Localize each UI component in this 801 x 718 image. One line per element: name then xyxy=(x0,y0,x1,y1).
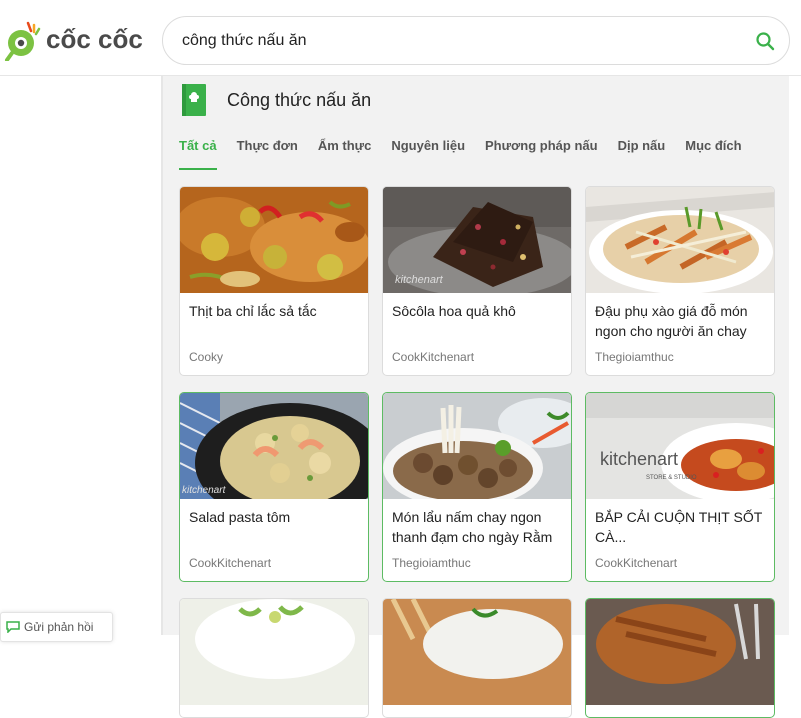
recipe-image xyxy=(586,187,774,293)
left-column xyxy=(0,76,162,635)
recipe-source: CookKitchenart xyxy=(595,556,678,570)
recipe-card[interactable]: kitchenart Salad pasta tôm CookKitchenar… xyxy=(179,392,369,582)
tab-purpose[interactable]: Mục đích xyxy=(685,138,741,170)
header: cốc cốc xyxy=(0,0,801,76)
tab-occasion[interactable]: Dịp nấu xyxy=(618,138,666,170)
recipe-source: CookKitchenart xyxy=(189,556,272,570)
recipe-source: Thegioiamthuc xyxy=(392,556,471,570)
search-icon xyxy=(756,32,775,51)
recipe-source: Thegioiamthuc xyxy=(595,350,674,364)
recipe-image: kitchenart xyxy=(383,187,571,293)
recipe-card[interactable] xyxy=(585,598,775,718)
recipe-image xyxy=(180,187,368,293)
panel-title: Công thức nấu ăn xyxy=(227,90,372,110)
search-button[interactable] xyxy=(753,29,777,53)
tab-cuisine[interactable]: Ẩm thực xyxy=(318,138,371,170)
recipe-source: CookKitchenart xyxy=(392,350,475,364)
recipe-image xyxy=(180,599,368,705)
recipe-image xyxy=(383,599,571,705)
tab-menu[interactable]: Thực đơn xyxy=(237,138,298,170)
recipe-image xyxy=(586,599,774,705)
recipe-title: Món lẩu nấm chay ngon thanh đạm cho ngày… xyxy=(392,509,553,545)
kitchenart-watermark: kitchenart xyxy=(182,485,227,496)
recipe-card[interactable]: kitchenart STORE & STUDIO BẮP CẢI CUỘN T… xyxy=(585,392,775,582)
recipe-card[interactable]: Đậu phụ xào giá đỗ món ngon cho người ăn… xyxy=(585,186,775,376)
recipe-card[interactable]: Thịt ba chỉ lắc sả tắc Cooky xyxy=(179,186,369,376)
recipe-title: Thịt ba chỉ lắc sả tắc xyxy=(189,303,317,319)
category-tabs: Tất cả Thực đơn Ẩm thực Nguyên liệu Phươ… xyxy=(179,138,762,170)
coccoc-logo-icon xyxy=(4,17,42,62)
panel-header: Công thức nấu ăn Tất cả Thực đơn Ẩm thực… xyxy=(163,76,790,170)
recipe-image: kitchenart xyxy=(180,393,368,499)
search-input[interactable] xyxy=(182,31,722,50)
kitchenart-sub-text: STORE & STUDIO xyxy=(646,475,697,481)
kitchenart-watermark: kitchenart xyxy=(395,274,444,286)
tab-cooking-method[interactable]: Phương pháp nấu xyxy=(485,138,598,170)
recipe-title: Sôcôla hoa quả khô xyxy=(392,303,516,319)
recipe-book-icon xyxy=(182,84,206,116)
kitchenart-brand-text: kitchenart xyxy=(600,449,678,469)
recipe-panel: Công thức nấu ăn Tất cả Thực đơn Ẩm thực… xyxy=(162,76,790,718)
recipe-image: kitchenart STORE & STUDIO xyxy=(586,393,774,499)
logo-text: cốc cốc xyxy=(46,23,143,54)
recipe-title: Đậu phụ xào giá đỗ món ngon cho người ăn… xyxy=(595,303,748,339)
recipe-source: Cooky xyxy=(189,350,224,364)
recipe-image xyxy=(383,393,571,499)
recipe-title: BẮP CẢI CUỘN THỊT SỐT CÀ... xyxy=(595,509,763,545)
feedback-button[interactable]: Gửi phản hồi xyxy=(0,612,113,642)
coccoc-logo[interactable]: cốc cốc xyxy=(4,14,154,64)
recipe-card[interactable] xyxy=(179,598,369,718)
recipe-card[interactable]: Món lẩu nấm chay ngon thanh đạm cho ngày… xyxy=(382,392,572,582)
chat-bubble-icon xyxy=(6,621,20,633)
recipe-title: Salad pasta tôm xyxy=(189,509,291,525)
recipe-card[interactable]: kitchenart Sôcôla hoa quả khô CookKitche… xyxy=(382,186,572,376)
tab-all[interactable]: Tất cả xyxy=(179,138,217,170)
search-box xyxy=(162,16,790,65)
tab-ingredients[interactable]: Nguyên liệu xyxy=(391,138,465,170)
recipe-card[interactable] xyxy=(382,598,572,718)
feedback-label: Gửi phản hồi xyxy=(24,620,94,634)
